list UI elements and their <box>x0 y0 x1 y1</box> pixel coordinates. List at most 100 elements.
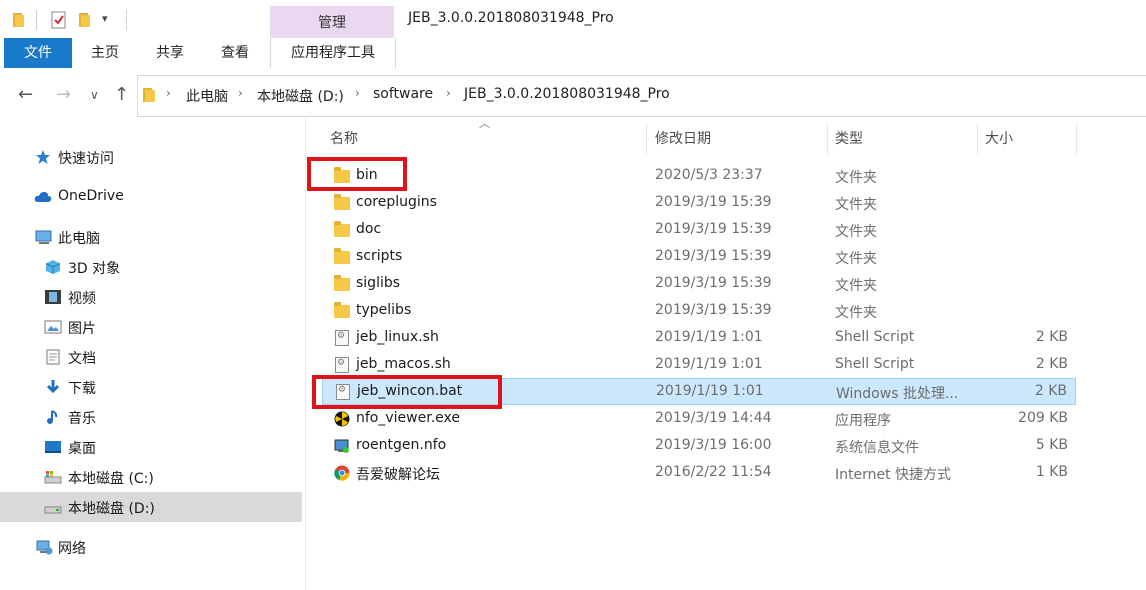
nav-item-label: 视频 <box>68 291 96 307</box>
file-size: 2 KB <box>1035 329 1068 345</box>
nav-item-drive-c[interactable]: 本地磁盘 (C:) <box>0 462 302 492</box>
file-type: Shell Script <box>835 356 915 372</box>
file-date: 2019/1/19 1:01 <box>655 356 763 372</box>
folder-icon <box>334 194 350 211</box>
nav-item-downloads[interactable]: 下载 <box>0 372 302 402</box>
file-type: 文件夹 <box>835 197 877 213</box>
file-type: 应用程序 <box>835 413 891 429</box>
music-icon <box>45 409 63 425</box>
file-date: 2019/3/19 15:39 <box>655 194 772 210</box>
breadcrumb-this-pc[interactable]: 此电脑 <box>186 86 228 106</box>
file-date: 2019/3/19 15:39 <box>655 248 772 264</box>
up-arrow-icon[interactable]: ↑ <box>114 84 129 105</box>
properties-icon[interactable] <box>50 10 68 30</box>
tab-home[interactable]: 主页 <box>78 38 132 68</box>
column-header-date[interactable]: 修改日期 <box>655 124 711 154</box>
file-row[interactable]: jeb_linux.sh 2019/1/19 1:01 Shell Script… <box>322 325 1076 352</box>
document-icon <box>45 349 63 365</box>
drive-icon <box>44 499 62 515</box>
breadcrumb-chevron-icon[interactable]: › <box>446 86 451 100</box>
file-row[interactable]: doc 2019/3/19 15:39 文件夹 <box>322 217 1076 244</box>
file-row[interactable]: siglibs 2019/3/19 15:39 文件夹 <box>322 271 1076 298</box>
file-row[interactable]: roentgen.nfo 2019/3/19 16:00 系统信息文件 5 KB <box>322 433 1076 460</box>
separator <box>126 10 127 30</box>
breadcrumb-software[interactable]: software <box>373 86 433 102</box>
nav-item-label: 网络 <box>58 541 86 557</box>
nav-item-label: 文档 <box>68 351 96 367</box>
drive-icon <box>44 469 62 485</box>
nav-item-label: 本地磁盘 (D:) <box>68 501 155 517</box>
breadcrumb-chevron-icon[interactable]: › <box>355 86 360 100</box>
manage-context-tab[interactable]: 管理 <box>270 6 394 38</box>
highlight-box-bin <box>307 157 407 191</box>
nav-item-drive-d[interactable]: 本地磁盘 (D:) <box>0 492 302 522</box>
file-row[interactable]: nfo_viewer.exe 2019/3/19 14:44 应用程序 209 … <box>322 406 1076 433</box>
file-type: 文件夹 <box>835 224 877 240</box>
recent-locations-chevron-icon[interactable]: ∨ <box>90 88 99 102</box>
file-name: roentgen.nfo <box>356 437 447 453</box>
breadcrumb-chevron-icon[interactable]: › <box>238 86 243 100</box>
folder-icon[interactable] <box>12 10 28 30</box>
file-date: 2020/5/3 23:37 <box>655 167 763 183</box>
back-arrow-icon[interactable]: ← <box>18 84 33 105</box>
tab-view[interactable]: 查看 <box>208 38 262 68</box>
nav-item-videos[interactable]: 视频 <box>0 282 302 312</box>
column-header-type[interactable]: 类型 <box>835 124 863 154</box>
nav-item-3d-objects[interactable]: 3D 对象 <box>0 252 302 282</box>
script-icon <box>334 357 350 373</box>
nav-item-label: 下载 <box>68 381 96 397</box>
new-folder-icon[interactable] <box>78 10 94 30</box>
folder-icon <box>142 86 158 108</box>
nav-item-documents[interactable]: 文档 <box>0 342 302 372</box>
nav-item-onedrive[interactable]: OneDrive <box>0 182 302 212</box>
file-type: 系统信息文件 <box>835 440 919 456</box>
desktop-icon <box>44 439 62 455</box>
nav-item-label: 此电脑 <box>58 231 100 247</box>
nav-item-network[interactable]: 网络 <box>0 532 302 562</box>
file-row[interactable]: scripts 2019/3/19 15:39 文件夹 <box>322 244 1076 271</box>
tab-file[interactable]: 文件 <box>4 38 72 68</box>
breadcrumb-drive-d[interactable]: 本地磁盘 (D:) <box>257 86 344 106</box>
exe-icon <box>334 411 350 427</box>
nav-item-label: OneDrive <box>58 188 124 204</box>
nav-item-this-pc[interactable]: 此电脑 <box>0 222 302 252</box>
file-row[interactable]: bin 2020/5/3 23:37 文件夹 <box>322 163 1076 190</box>
file-row[interactable]: 吾爱破解论坛 2016/2/22 11:54 Internet 快捷方式 1 K… <box>322 460 1076 487</box>
breadcrumb-chevron-icon[interactable]: › <box>166 86 171 100</box>
forward-arrow-icon[interactable]: → <box>56 84 71 105</box>
highlight-box-wincon <box>312 375 502 409</box>
nav-item-desktop[interactable]: 桌面 <box>0 432 302 462</box>
file-size: 1 KB <box>1035 464 1068 480</box>
nav-item-pictures[interactable]: 图片 <box>0 312 302 342</box>
computer-icon <box>34 229 52 245</box>
file-size: 2 KB <box>1034 383 1067 399</box>
tab-share[interactable]: 共享 <box>142 38 198 68</box>
customize-dropdown-icon[interactable]: ▾ <box>102 12 108 32</box>
column-header-name[interactable]: 名称 <box>330 124 358 154</box>
column-divider[interactable] <box>977 124 978 154</box>
column-divider[interactable] <box>827 124 828 154</box>
ribbon-tabs: 文件 主页 共享 查看 应用程序工具 <box>0 38 1146 69</box>
breadcrumb-jeb-folder[interactable]: JEB_3.0.0.201808031948_Pro <box>464 86 670 102</box>
folder-icon <box>334 302 350 319</box>
file-row[interactable]: coreplugins 2019/3/19 15:39 文件夹 <box>322 190 1076 217</box>
pane-divider[interactable] <box>305 118 306 590</box>
file-name: typelibs <box>356 302 412 318</box>
file-row[interactable]: typelibs 2019/3/19 15:39 文件夹 <box>322 298 1076 325</box>
column-header-size[interactable]: 大小 <box>985 124 1013 154</box>
file-type: 文件夹 <box>835 278 877 294</box>
column-divider[interactable] <box>1076 124 1077 154</box>
file-date: 2019/3/19 14:44 <box>655 410 772 426</box>
column-divider[interactable] <box>646 124 647 154</box>
picture-icon <box>44 319 62 335</box>
nav-item-label: 桌面 <box>68 441 96 457</box>
nav-item-quick-access[interactable]: 快速访问 <box>0 142 302 172</box>
nfo-icon <box>334 438 350 454</box>
file-name: siglibs <box>356 275 401 291</box>
sort-ascending-icon: ︿ <box>479 117 490 130</box>
file-type: Shell Script <box>835 329 915 345</box>
tab-application-tools[interactable]: 应用程序工具 <box>270 38 396 68</box>
nav-item-music[interactable]: 音乐 <box>0 402 302 432</box>
separator <box>36 10 38 30</box>
folder-icon <box>334 275 350 292</box>
